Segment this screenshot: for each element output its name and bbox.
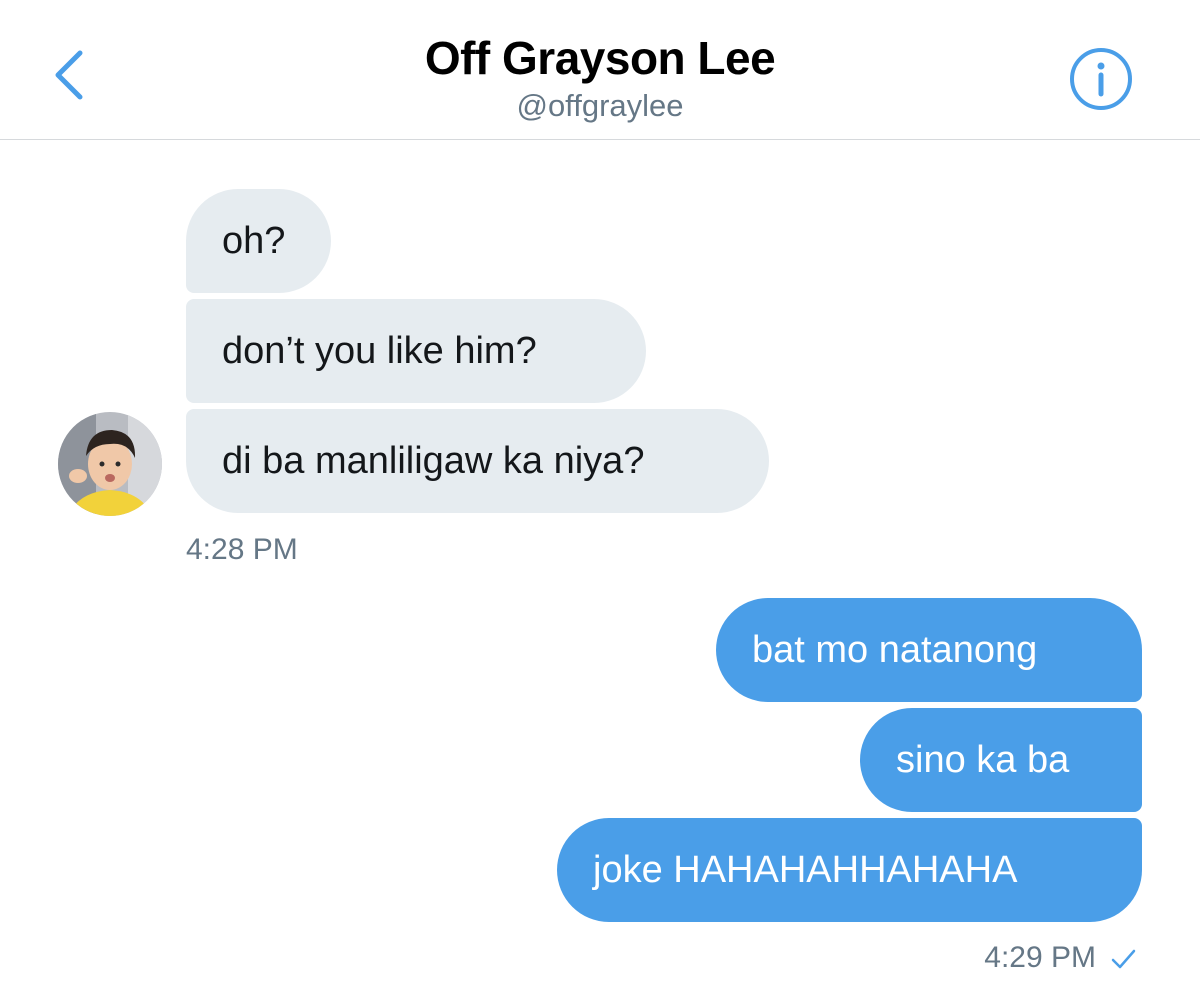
incoming-timestamp: 4:28 PM xyxy=(186,533,298,566)
outgoing-message[interactable]: sino ka ba xyxy=(860,708,1142,812)
read-status xyxy=(1108,944,1138,974)
conversation-title[interactable]: Off Grayson Lee xyxy=(0,30,1200,86)
outgoing-message[interactable]: joke HAHAHAHHAHAHA xyxy=(557,818,1142,922)
info-button[interactable] xyxy=(1068,46,1134,112)
avatar[interactable] xyxy=(58,412,162,516)
incoming-message[interactable]: don’t you like him? xyxy=(186,299,646,403)
outgoing-timestamp: 4:29 PM xyxy=(984,941,1096,974)
conversation-header: Off Grayson Lee @offgraylee xyxy=(0,0,1200,140)
profile-photo-icon xyxy=(58,412,162,516)
info-icon xyxy=(1070,48,1132,110)
incoming-message[interactable]: di ba manliligaw ka niya? xyxy=(186,409,769,513)
checkmark-icon xyxy=(1111,949,1136,969)
conversation-handle[interactable]: @offgraylee xyxy=(0,86,1200,126)
incoming-message[interactable]: oh? xyxy=(186,189,331,293)
outgoing-message[interactable]: bat mo natanong xyxy=(716,598,1142,702)
